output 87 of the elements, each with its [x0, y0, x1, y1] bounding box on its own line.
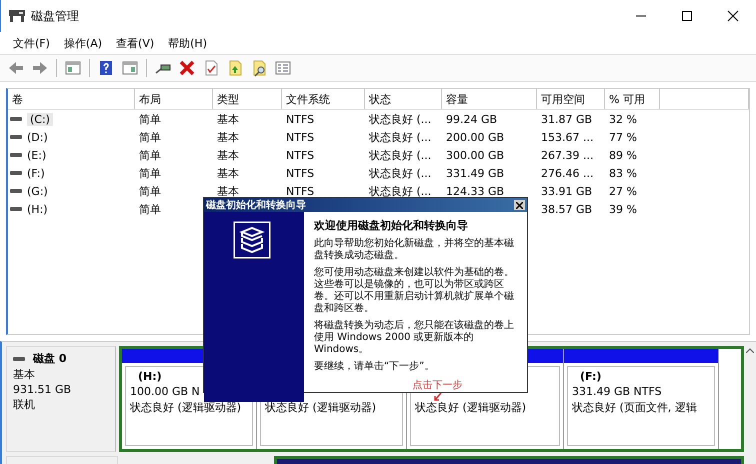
volume-name[interactable]: (F:): [27, 166, 45, 180]
table-cell: 31.87 GB: [541, 112, 592, 126]
column-header[interactable]: 容量: [442, 89, 537, 109]
menu-item[interactable]: 操作(A): [56, 36, 110, 50]
disk-size: 931.51 GB: [13, 383, 72, 396]
table-cell: NTFS: [286, 184, 314, 198]
table-cell: 32 %: [609, 112, 637, 126]
table-cell: 基本: [217, 184, 239, 198]
drive-icon: [10, 117, 22, 121]
table-cell: 267.39 ...: [541, 148, 594, 162]
partition-size: 331.49 GB NTFS: [572, 385, 663, 398]
volume-name[interactable]: (C:): [27, 112, 53, 126]
menu-item[interactable]: 文件(F): [6, 36, 57, 50]
table-cell: 39 %: [609, 202, 637, 216]
table-cell: 38.57 GB: [541, 202, 592, 216]
volume-name[interactable]: (G:): [27, 184, 48, 198]
table-cell: NTFS: [286, 166, 314, 180]
table-cell: 153.67 ...: [541, 130, 594, 144]
table-cell: NTFS: [286, 112, 314, 126]
annotation-text: 点击下一步: [412, 378, 462, 392]
partition-status: 状态良好 (逻辑驱动器): [130, 400, 242, 415]
table-cell: 300.00 GB: [446, 148, 504, 162]
table-cell: 状态良好 (...: [369, 166, 432, 180]
wizard-heading: 欢迎使用磁盘初始化和转换向导: [314, 218, 469, 233]
table-cell: 124.33 GB: [446, 184, 504, 198]
delete-icon[interactable]: [177, 58, 197, 78]
menu-item[interactable]: 帮助(H): [161, 36, 214, 50]
partition-status: 状态良好 (逻辑驱动器): [415, 400, 528, 415]
table-cell: 状态良好 (...: [369, 112, 432, 126]
table-cell: 基本: [217, 130, 239, 144]
table-cell: 简单: [139, 148, 161, 162]
partition-status: 状态良好 (页面文件, 逻辑: [572, 400, 698, 415]
table-cell: 基本: [217, 166, 239, 180]
drive-icon: [10, 135, 22, 139]
scroll-up-icon[interactable]: [746, 348, 754, 353]
table-cell: 99.24 GB: [446, 112, 498, 126]
close-icon[interactable]: [514, 200, 525, 210]
table-cell: 简单: [139, 184, 161, 198]
drive-icon: [10, 207, 22, 211]
table-cell: 简单: [139, 166, 161, 180]
partition-name: (F:): [579, 370, 602, 383]
table-cell: NTFS: [286, 130, 314, 144]
annotation-arrow: [432, 392, 442, 402]
table-cell: 简单: [139, 112, 161, 126]
table-cell: 状态良好 (...: [369, 148, 432, 162]
partition-name: (H:): [137, 370, 163, 383]
dialog-title: 磁盘初始化和转换向导: [206, 198, 306, 212]
volume-name[interactable]: (E:): [27, 148, 46, 162]
menu-item[interactable]: 查看(V): [109, 36, 162, 50]
drive-icon: [10, 189, 22, 193]
column-header[interactable]: 状态: [365, 89, 442, 109]
column-header[interactable]: 文件系统: [282, 89, 365, 109]
drive-icon: [10, 171, 22, 175]
column-header[interactable]: 布局: [135, 89, 213, 109]
table-cell: 27 %: [609, 184, 637, 198]
wizard-paragraph: 您可使用动态磁盘来创建以软件为基础的卷。这些卷可以是镜像的，也可以为带区或跨区卷。还可以不用重新启动计算机就扩展单个磁盘和跨区卷。: [314, 267, 515, 315]
window-title: 磁盘管理: [31, 8, 79, 24]
table-cell: 276.46 ...: [541, 166, 594, 180]
table-cell: 331.49 GB: [446, 166, 504, 180]
column-header[interactable]: % 可用: [605, 89, 660, 109]
disk-type: 基本: [13, 367, 36, 382]
books-icon: [232, 220, 272, 260]
drive-icon: [13, 356, 25, 360]
partition-status: 状态良好 (逻辑驱动器): [265, 400, 378, 415]
volume-name[interactable]: (H:): [27, 202, 48, 216]
table-cell: 状态良好 (...: [369, 184, 432, 198]
disk-name: 磁盘 0: [33, 351, 66, 366]
table-cell: 简单: [139, 202, 161, 216]
column-header[interactable]: 卷: [8, 89, 135, 109]
table-cell: 基本: [217, 112, 239, 126]
table-cell: 200.00 GB: [446, 130, 504, 144]
column-header[interactable]: 类型: [213, 89, 282, 109]
wizard-paragraph: 此向导帮助您初始化新磁盘，并将空的基本磁盘转换成动态磁盘。: [314, 238, 515, 262]
table-cell: 简单: [139, 130, 161, 144]
table-cell: NTFS: [286, 148, 314, 162]
partition-size: 100.00 GB N: [130, 385, 201, 398]
table-cell: 89 %: [609, 148, 637, 162]
table-cell: 77 %: [609, 130, 637, 144]
disk-status: 联机: [13, 397, 36, 412]
volume-name[interactable]: (D:): [27, 130, 48, 144]
drive-icon: [10, 153, 22, 157]
disk-management-icon: [9, 10, 25, 22]
column-header[interactable]: 可用空间: [537, 89, 605, 109]
table-cell: 33.91 GB: [541, 184, 592, 198]
table-cell: 状态良好 (...: [369, 130, 432, 144]
table-cell: 基本: [217, 148, 239, 162]
table-cell: 83 %: [609, 166, 637, 180]
